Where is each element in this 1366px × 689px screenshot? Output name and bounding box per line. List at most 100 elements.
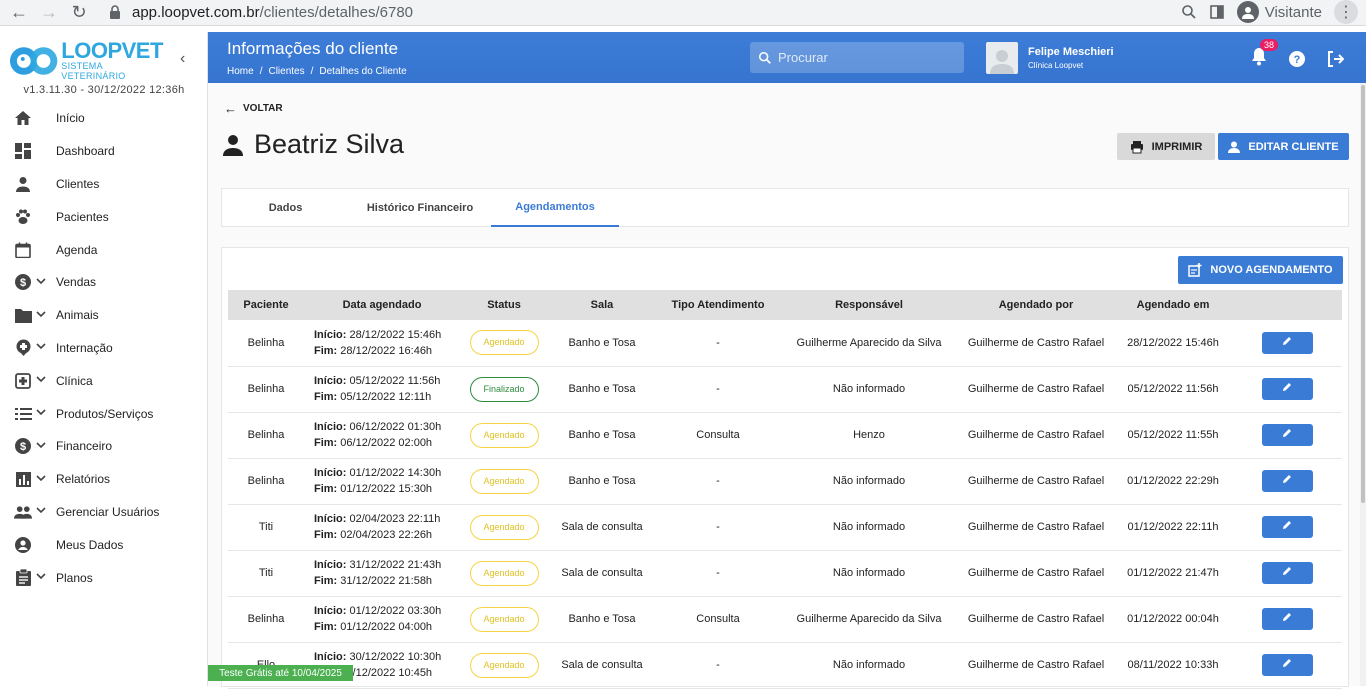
sidebar-item-gerenciar-usuários[interactable]: Gerenciar Usuários <box>0 496 208 529</box>
cell-type: - <box>656 504 780 551</box>
cell-status: Agendado <box>460 320 548 367</box>
help-icon[interactable]: ? <box>1288 50 1306 68</box>
sidebar-item-label: Produtos/Serviços <box>56 406 154 421</box>
end-line: Fim: 31/12/2022 21:58h <box>314 573 460 589</box>
cell-dates: Início: 28/12/2022 15:46h Fim: 28/12/2022… <box>304 320 460 367</box>
cell-room: Banho e Tosa <box>548 412 656 459</box>
breadcrumb-separator: / <box>259 66 263 77</box>
sidebar-item-animais[interactable]: Animais <box>0 299 208 332</box>
cell-dates: Início: 01/12/2022 14:30h Fim: 01/12/2022… <box>304 458 460 505</box>
sidebar-item-relatórios[interactable]: Relatórios <box>0 463 208 496</box>
scrollbar-thumb[interactable] <box>1361 85 1365 503</box>
cell-actions <box>1232 504 1342 551</box>
loopvet-logo[interactable]: LOOPVET SISTEMA VETERINÁRIO <box>8 40 168 81</box>
edit-appointment-button[interactable] <box>1261 378 1313 400</box>
browser-menu-icon[interactable]: ⋮ <box>1334 0 1358 24</box>
new-appointment-label: NOVO AGENDAMENTO <box>1210 264 1333 276</box>
status-badge: Finalizado <box>469 376 539 402</box>
search-input[interactable] <box>778 50 958 65</box>
new-appointment-button[interactable]: NOVO AGENDAMENTO <box>1178 256 1343 284</box>
edit-appointment-button[interactable] <box>1261 470 1313 492</box>
column-header: Sala <box>548 290 656 320</box>
sidebar-item-label: Clínica <box>56 373 93 388</box>
cell-patient: Belinha <box>228 366 304 413</box>
back-arrow-icon[interactable]: ← <box>8 2 30 24</box>
start-label: Início: <box>314 467 347 479</box>
sidebar-item-internação[interactable]: Internação <box>0 332 208 365</box>
trial-badge: Teste Grátis até 10/04/2025 <box>208 665 353 681</box>
sidebar-item-label: Internação <box>56 340 113 355</box>
forward-arrow-icon[interactable]: → <box>38 2 60 24</box>
breadcrumb-clientes[interactable]: Clientes <box>268 66 304 77</box>
person-icon <box>223 134 243 156</box>
tab-dados[interactable]: Dados <box>222 189 349 227</box>
cell-responsible: Não informado <box>780 550 958 597</box>
print-button[interactable]: IMPRIMIR <box>1117 133 1215 160</box>
tab-agendamentos[interactable]: Agendamentos <box>491 189 619 227</box>
start-line: Início: 28/12/2022 15:46h <box>314 327 460 343</box>
back-button[interactable]: ← VOLTAR <box>224 101 283 116</box>
user-menu[interactable]: Felipe Meschieri Clínica Loopvet <box>986 42 1114 74</box>
sidebar-item-meus-dados[interactable]: Meus Dados <box>0 528 208 561</box>
sidebar-item-vendas[interactable]: $ Vendas <box>0 266 208 299</box>
cell-status: Agendado <box>460 642 548 689</box>
svg-text:?: ? <box>1294 54 1301 66</box>
start-label: Início: <box>314 513 347 525</box>
cell-type: Consulta <box>656 596 780 643</box>
breadcrumb-home[interactable]: Home <box>227 66 254 77</box>
sidebar-item-planos[interactable]: Planos <box>0 561 208 594</box>
status-badge: Agendado <box>469 560 539 586</box>
start-label: Início: <box>314 559 347 571</box>
cell-status: Agendado <box>460 550 548 597</box>
edit-client-button[interactable]: EDITAR CLIENTE <box>1218 133 1349 160</box>
logout-icon[interactable] <box>1326 50 1344 68</box>
column-header: Status <box>460 290 548 320</box>
edit-appointment-button[interactable] <box>1261 654 1313 676</box>
sidebar-item-pacientes[interactable]: Pacientes <box>0 200 208 233</box>
sidepanel-icon[interactable] <box>1209 4 1225 20</box>
sidebar-item-clientes[interactable]: Clientes <box>0 168 208 201</box>
edit-appointment-button[interactable] <box>1261 516 1313 538</box>
cell-type: - <box>656 550 780 597</box>
cell-room: Sala de consulta <box>548 642 656 689</box>
page-title: Informações do cliente <box>227 39 399 58</box>
profile-button[interactable]: Visitante <box>1236 1 1322 23</box>
edit-appointment-button[interactable] <box>1261 562 1313 584</box>
start-value: 05/12/2022 11:56h <box>349 375 441 387</box>
cell-patient: Belinha <box>228 320 304 367</box>
end-value: 01/12/2022 04:00h <box>340 621 433 633</box>
cell-actions <box>1232 320 1342 367</box>
table-row: Titi Início: 02/04/2023 22:11h Fim: 02/04/… <box>228 504 1342 551</box>
edit-appointment-button[interactable] <box>1261 608 1313 630</box>
client-name: Beatriz Silva <box>254 129 405 159</box>
sidebar-item-agenda[interactable]: Agenda <box>0 233 208 266</box>
sidebar-item-dashboard[interactable]: Dashboard <box>0 135 208 168</box>
cell-scheduled-at: 01/12/2022 22:11h <box>1114 504 1232 551</box>
cell-scheduled-by: Guilherme de Castro Rafael <box>958 458 1114 505</box>
people-icon <box>14 503 32 521</box>
sidebar-item-financeiro[interactable]: $ Financeiro <box>0 430 208 463</box>
edit-appointment-button[interactable] <box>1261 331 1313 354</box>
sidebar-item-clínica[interactable]: Clínica <box>0 364 208 397</box>
end-value: 05/12/2022 12:11h <box>340 391 432 403</box>
sidebar-item-label: Animais <box>56 308 99 323</box>
chevron-down-icon <box>36 408 46 419</box>
person-icon <box>14 175 32 193</box>
pencil-icon <box>1283 567 1291 575</box>
sidebar-item-início[interactable]: Início <box>0 102 208 135</box>
end-value: 31/12/2022 21:58h <box>340 575 433 587</box>
page-scrollbar[interactable] <box>1360 83 1366 686</box>
tab-historico-financeiro[interactable]: Histórico Financeiro <box>349 189 491 227</box>
collapse-sidebar-chevron-icon[interactable]: ‹ <box>180 50 185 68</box>
start-value: 01/12/2022 14:30h <box>349 467 442 479</box>
cell-actions <box>1232 642 1342 689</box>
cell-room: Sala de consulta <box>548 550 656 597</box>
notifications-button[interactable]: 38 <box>1250 39 1279 71</box>
reload-icon[interactable]: ↻ <box>68 2 90 24</box>
address-bar[interactable]: app.loopvet.com.br/clientes/detalhes/678… <box>108 0 1188 24</box>
edit-appointment-button[interactable] <box>1261 424 1313 446</box>
sidebar-item-produtos-serviços[interactable]: Produtos/Serviços <box>0 397 208 430</box>
cell-scheduled-by: Guilherme de Castro Rafael <box>958 550 1114 597</box>
edit-client-label: EDITAR CLIENTE <box>1248 140 1339 153</box>
zoom-icon[interactable] <box>1181 4 1197 20</box>
